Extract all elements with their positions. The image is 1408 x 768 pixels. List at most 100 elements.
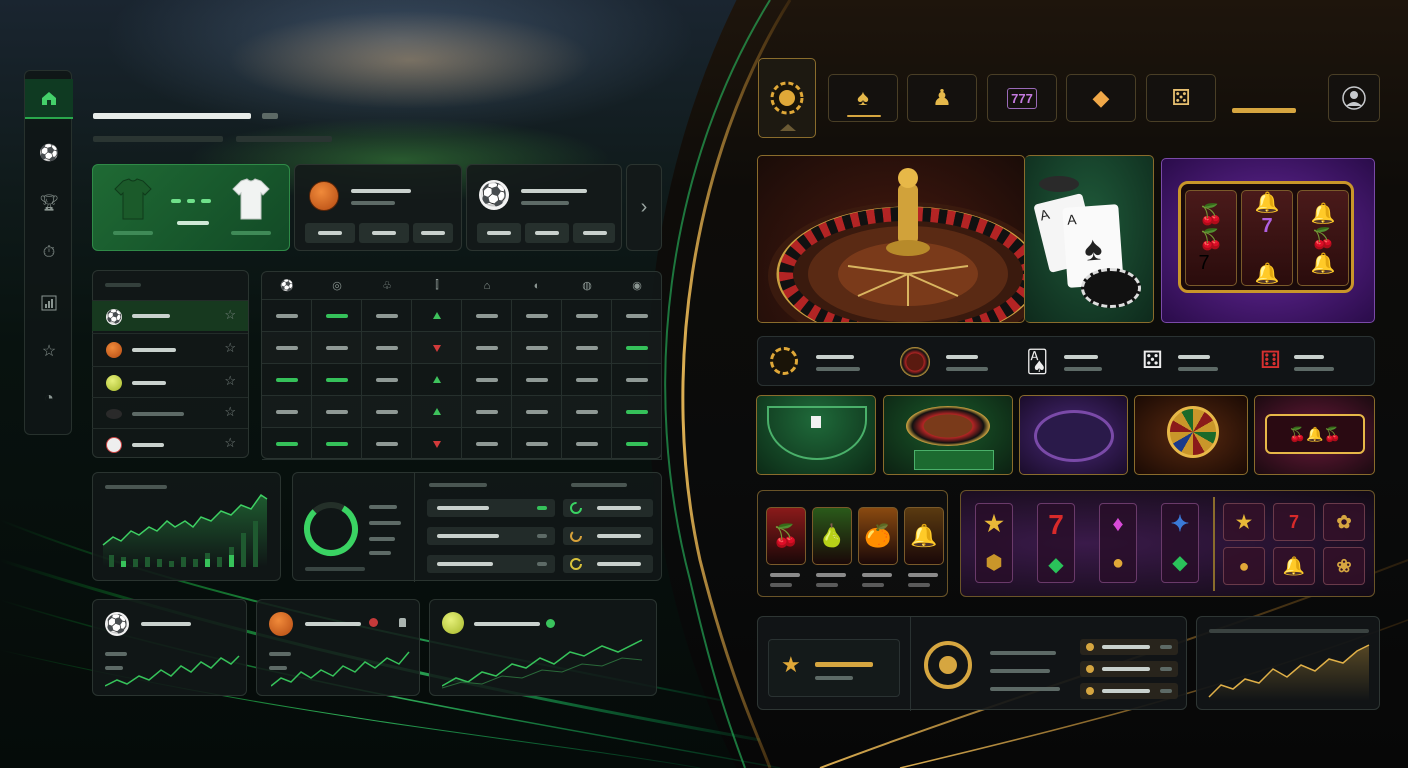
sport-list-item[interactable]: ☆ [92,333,248,364]
odds-cell[interactable] [612,428,662,460]
reward-row[interactable] [1080,683,1178,699]
poker-table-tile[interactable] [1019,395,1128,475]
odds-cell[interactable] [612,396,662,428]
odds-cell[interactable] [562,332,612,364]
progress-row[interactable] [563,527,653,545]
odds-cell[interactable] [262,332,312,364]
slot-cabinet-tile[interactable]: 🍒🔔🍒 [1254,395,1375,475]
soccer-ball-icon[interactable]: ⚽ [262,272,312,300]
sidebar-item-home[interactable] [25,79,73,119]
roulette-icon[interactable] [900,347,930,377]
table-tennis-icon[interactable]: ◉ [612,272,662,300]
odds-cell[interactable] [512,300,562,332]
odds-cell[interactable] [562,428,612,460]
odds-cell[interactable] [462,300,512,332]
roulette-tile[interactable] [757,155,1025,323]
volleyball-icon[interactable]: ◎ [312,272,362,300]
slot-symbol[interactable]: ✿ [1323,503,1365,541]
odds-cell[interactable] [562,364,612,396]
odds-cell[interactable] [512,428,562,460]
sidebar-item-live[interactable]: ⏱︎ [25,233,73,273]
sidebar-item-soccer[interactable]: ⚽ [25,133,73,173]
slot-symbol-column[interactable]: 7 ◆ [1037,503,1075,583]
reward-row[interactable] [1080,639,1178,655]
slot-symbol-column[interactable]: ★ ⬢ [975,503,1013,583]
odds-cell[interactable] [512,396,562,428]
odds-cell[interactable] [462,396,512,428]
match-card-basketball[interactable] [294,164,462,251]
star-icon[interactable]: ☆ [224,373,236,389]
bet-row[interactable] [427,555,555,573]
progress-row[interactable] [563,555,653,573]
slot-symbol[interactable]: 🔔 [1273,547,1315,585]
odds-cell[interactable] [312,300,362,332]
odds-cell[interactable] [362,396,412,428]
rugby-icon[interactable]: ◍ [562,272,612,300]
bet-row[interactable] [427,527,555,545]
odds-button[interactable] [477,223,521,243]
category-jackpot[interactable]: ◆ [1066,74,1136,122]
dice-red-icon[interactable]: ⚅ [1260,349,1281,373]
bet-row[interactable] [427,499,555,517]
star-icon[interactable]: ☆ [224,307,236,323]
odds-cell[interactable] [412,396,462,428]
odds-button[interactable] [573,223,615,243]
wheel-of-fortune-tile[interactable] [1134,395,1248,475]
poker-chip-icon[interactable] [770,347,798,375]
baseball-icon[interactable]: ◐ [512,272,562,300]
slot-symbol[interactable]: ❀ [1323,547,1365,585]
odds-cell[interactable] [412,428,462,460]
odds-cell[interactable] [362,300,412,332]
slot-symbol[interactable]: ★ [1223,503,1265,541]
odds-cell[interactable] [562,300,612,332]
odds-cell[interactable] [462,332,512,364]
odds-cell[interactable] [562,396,612,428]
blackjack-table-tile[interactable] [756,395,876,475]
blackjack-tile[interactable]: A A ♠ [1025,155,1154,323]
odds-button[interactable] [305,223,355,243]
featured-match-card[interactable] [92,164,290,251]
odds-cell[interactable] [312,428,362,460]
odds-button[interactable] [359,223,409,243]
slot-symbol[interactable]: ● [1223,547,1265,585]
odds-cell[interactable] [362,332,412,364]
category-cards[interactable]: ♠ [828,74,898,122]
star-icon[interactable]: ☆ [224,435,236,451]
sport-list-item[interactable]: ☆ [92,366,248,397]
slot-symbol-column[interactable]: ✦ ◆ [1161,503,1199,583]
slot-symbol[interactable]: 7 [1273,503,1315,541]
user-profile-button[interactable] [1328,74,1380,122]
odds-cell[interactable] [612,364,662,396]
odds-cell[interactable] [612,332,662,364]
odds-cell[interactable] [262,364,312,396]
slots-tile[interactable]: 🍒 🍒 7 🔔 7 🔔 🔔 🍒 🔔 [1161,158,1375,323]
odds-cell[interactable] [512,332,562,364]
cards-icon[interactable]: 🂡 [1026,349,1049,375]
odds-button[interactable] [413,223,453,243]
sidebar-item-stats[interactable] [25,283,73,323]
sport-list-item[interactable]: ☆ [92,397,248,428]
category-dice[interactable]: ⚄ [1146,74,1216,122]
sport-list-item[interactable]: ⚽ ☆ [92,300,248,331]
odds-cell[interactable] [362,364,412,396]
odds-cell[interactable] [362,428,412,460]
odds-cell[interactable] [412,300,462,332]
odds-cell[interactable] [462,428,512,460]
category-live-dealer[interactable]: ♟ [907,74,977,122]
odds-button[interactable] [525,223,569,243]
jackpot-card[interactable]: ★ [768,639,900,697]
dice-white-icon[interactable]: ⚄ [1142,349,1163,373]
odds-cell[interactable] [262,300,312,332]
odds-cell[interactable] [412,364,462,396]
odds-cell[interactable] [312,396,362,428]
star-icon[interactable]: ☆ [224,340,236,356]
sport-list-item[interactable]: ☆ [92,428,248,459]
odds-cell[interactable] [412,332,462,364]
sidebar-item-favorites[interactable]: ☆ [25,331,73,371]
roulette-table-tile[interactable] [883,395,1013,475]
match-card-soccer[interactable]: ⚽ [466,164,622,251]
featured-next-button[interactable]: › [626,164,662,251]
odds-cell[interactable] [312,364,362,396]
slot-reel[interactable]: 🍒 [766,507,806,565]
slot-symbol-column[interactable]: ♦ ● [1099,503,1137,583]
